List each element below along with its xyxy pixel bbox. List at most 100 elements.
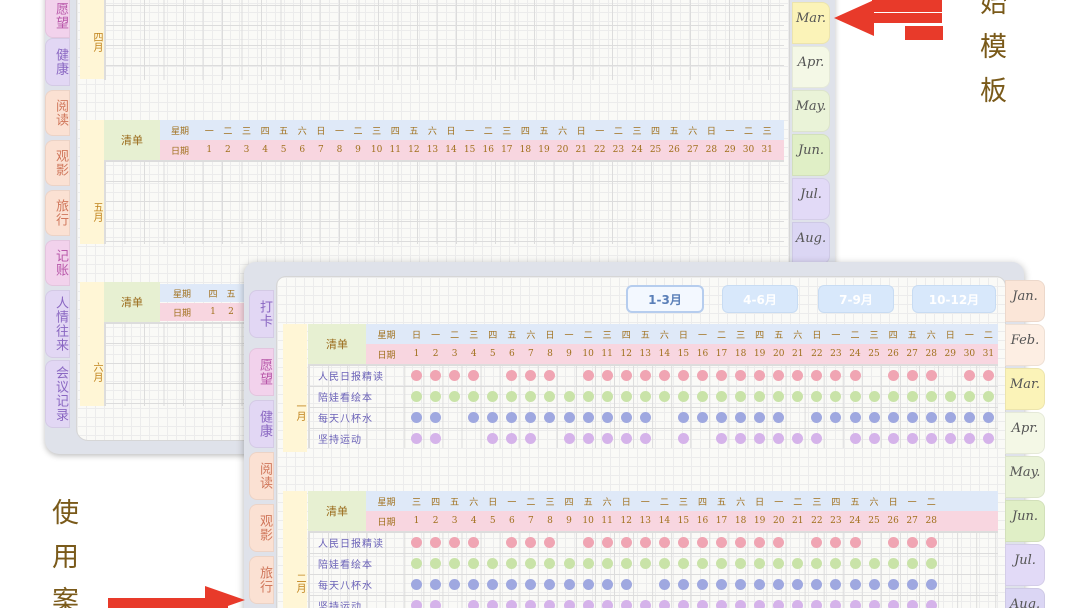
habit-check-dot[interactable] bbox=[677, 600, 689, 608]
habit-check-dot[interactable] bbox=[716, 600, 728, 608]
habit-check-dot[interactable] bbox=[868, 558, 880, 569]
habit-check-dot[interactable] bbox=[925, 600, 937, 608]
habit-check-dot[interactable] bbox=[906, 370, 918, 381]
habit-check-dot[interactable] bbox=[868, 579, 880, 590]
front-right-tab-feb[interactable]: Feb. bbox=[1005, 324, 1045, 366]
habit-check-dot[interactable] bbox=[582, 391, 594, 402]
front-left-tab-2[interactable]: 健康 bbox=[249, 400, 274, 448]
habit-check-dot[interactable] bbox=[887, 433, 899, 444]
habit-check-dot[interactable] bbox=[868, 412, 880, 423]
habit-check-dot[interactable] bbox=[411, 391, 423, 402]
front-left-tab-1[interactable]: 愿望 bbox=[249, 348, 274, 396]
habit-check-dot[interactable] bbox=[735, 600, 747, 608]
right-tab-mar[interactable]: Mar. bbox=[792, 2, 830, 44]
quarter-button-2[interactable]: 7-9月 bbox=[818, 285, 894, 313]
habit-check-dot[interactable] bbox=[716, 391, 728, 402]
habit-check-dot[interactable] bbox=[563, 412, 575, 423]
habit-check-dot[interactable] bbox=[639, 558, 651, 569]
habit-check-dot[interactable] bbox=[849, 433, 861, 444]
left-tab-3[interactable]: 观影 bbox=[45, 140, 70, 186]
habit-check-dot[interactable] bbox=[601, 600, 613, 608]
habit-check-dot[interactable] bbox=[716, 433, 728, 444]
habit-check-dot[interactable] bbox=[868, 433, 880, 444]
habit-check-dot[interactable] bbox=[677, 433, 689, 444]
left-tab-4[interactable]: 旅行 bbox=[45, 190, 70, 236]
habit-check-dot[interactable] bbox=[697, 391, 708, 402]
habit-check-dot[interactable] bbox=[887, 558, 899, 569]
habit-check-dot[interactable] bbox=[620, 579, 632, 590]
habit-check-dot[interactable] bbox=[563, 600, 575, 608]
habit-check-dot[interactable] bbox=[563, 433, 575, 444]
habit-check-dot[interactable] bbox=[925, 579, 937, 590]
left-tab-5[interactable]: 记账 bbox=[45, 240, 70, 286]
habit-check-dot[interactable] bbox=[411, 370, 423, 381]
habit-check-dot[interactable] bbox=[639, 433, 651, 444]
habit-check-dot[interactable] bbox=[601, 412, 613, 423]
habit-check-dot[interactable] bbox=[887, 370, 899, 381]
habit-check-dot[interactable] bbox=[639, 370, 651, 381]
habit-check-dot[interactable] bbox=[620, 412, 632, 423]
habit-check-dot[interactable] bbox=[963, 412, 975, 423]
habit-check-dot[interactable] bbox=[697, 412, 708, 423]
habit-check-dot[interactable] bbox=[582, 558, 594, 569]
habit-check-dot[interactable] bbox=[601, 558, 613, 569]
habit-check-dot[interactable] bbox=[620, 537, 632, 548]
front-right-tab-apr[interactable]: Apr. bbox=[1005, 412, 1045, 454]
habit-check-dot[interactable] bbox=[849, 412, 861, 423]
habit-check-dot[interactable] bbox=[658, 579, 670, 590]
habit-check-dot[interactable] bbox=[697, 537, 708, 548]
habit-check-dot[interactable] bbox=[849, 600, 861, 608]
habit-check-dot[interactable] bbox=[849, 391, 861, 402]
habit-check-dot[interactable] bbox=[601, 537, 613, 548]
habit-check-dot[interactable] bbox=[658, 370, 670, 381]
quarter-button-0[interactable]: 1-3月 bbox=[626, 285, 704, 313]
habit-check-dot[interactable] bbox=[525, 600, 537, 608]
habit-check-dot[interactable] bbox=[925, 433, 937, 444]
habit-check-dot[interactable] bbox=[411, 579, 423, 590]
front-right-tab-jul[interactable]: Jul. bbox=[1005, 544, 1045, 586]
habit-check-dot[interactable] bbox=[697, 600, 708, 608]
habit-check-dot[interactable] bbox=[716, 412, 728, 423]
habit-check-dot[interactable] bbox=[411, 537, 423, 548]
habit-check-dot[interactable] bbox=[811, 600, 823, 608]
habit-check-dot[interactable] bbox=[963, 433, 975, 444]
left-tab-2[interactable]: 阅读 bbox=[45, 90, 70, 136]
habit-check-dot[interactable] bbox=[906, 579, 918, 590]
left-tab-7[interactable]: 会议记录 bbox=[45, 360, 70, 428]
front-right-tab-jun[interactable]: Jun. bbox=[1005, 500, 1045, 542]
habit-check-dot[interactable] bbox=[906, 537, 918, 548]
habit-check-dot[interactable] bbox=[887, 391, 899, 402]
habit-check-dot[interactable] bbox=[716, 370, 728, 381]
habit-check-dot[interactable] bbox=[639, 391, 651, 402]
habit-check-dot[interactable] bbox=[944, 412, 956, 423]
habit-check-dot[interactable] bbox=[906, 412, 918, 423]
habit-check-dot[interactable] bbox=[639, 412, 651, 423]
quarter-button-3[interactable]: 10-12月 bbox=[912, 285, 996, 313]
habit-check-dot[interactable] bbox=[468, 600, 480, 608]
left-tab-6[interactable]: 人情往来 bbox=[45, 290, 70, 358]
habit-check-dot[interactable] bbox=[411, 600, 423, 608]
habit-check-dot[interactable] bbox=[544, 600, 556, 608]
habit-check-dot[interactable] bbox=[754, 600, 766, 608]
habit-check-dot[interactable] bbox=[620, 391, 632, 402]
habit-check-dot[interactable] bbox=[582, 579, 594, 590]
habit-check-dot[interactable] bbox=[849, 579, 861, 590]
habit-check-dot[interactable] bbox=[868, 391, 880, 402]
habit-check-dot[interactable] bbox=[677, 558, 689, 569]
habit-check-dot[interactable] bbox=[601, 391, 613, 402]
habit-check-dot[interactable] bbox=[658, 537, 670, 548]
habit-check-dot[interactable] bbox=[697, 558, 708, 569]
habit-check-dot[interactable] bbox=[677, 579, 689, 590]
habit-check-dot[interactable] bbox=[582, 370, 594, 381]
habit-check-dot[interactable] bbox=[430, 600, 442, 608]
habit-check-dot[interactable] bbox=[906, 600, 918, 608]
habit-check-dot[interactable] bbox=[677, 412, 689, 423]
habit-check-dot[interactable] bbox=[411, 433, 423, 444]
habit-check-dot[interactable] bbox=[563, 391, 575, 402]
habit-check-dot[interactable] bbox=[620, 600, 632, 608]
habit-check-dot[interactable] bbox=[563, 558, 575, 569]
habit-check-dot[interactable] bbox=[982, 412, 994, 423]
habit-check-dot[interactable] bbox=[849, 558, 861, 569]
habit-check-dot[interactable] bbox=[601, 433, 613, 444]
habit-check-dot[interactable] bbox=[906, 433, 918, 444]
